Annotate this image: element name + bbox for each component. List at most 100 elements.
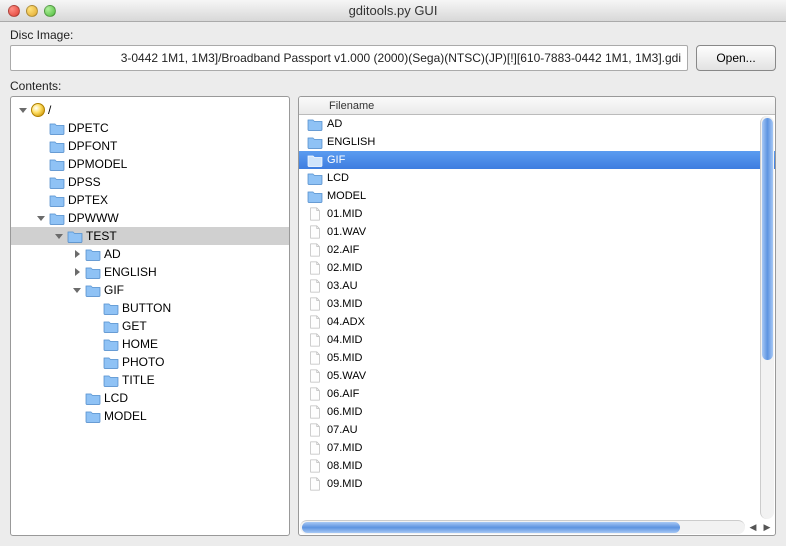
file-icon: [307, 351, 323, 365]
scroll-arrows[interactable]: ◀▶: [746, 520, 774, 534]
folder-icon: [103, 337, 119, 351]
list-item[interactable]: 02.MID: [299, 259, 775, 277]
disclosure-triangle-icon[interactable]: [54, 231, 64, 241]
disc-image-path-input[interactable]: 3-0442 1M1, 1M3]/Broadband Passport v1.0…: [10, 45, 688, 71]
file-icon: [307, 243, 323, 257]
disclosure-triangle-icon[interactable]: [36, 213, 46, 223]
list-item[interactable]: 03.MID: [299, 295, 775, 313]
tree-item[interactable]: AD: [11, 245, 289, 263]
file-icon: [307, 279, 323, 293]
folder-icon: [307, 153, 323, 167]
list-item[interactable]: MODEL: [299, 187, 775, 205]
tree-item[interactable]: ENGLISH: [11, 263, 289, 281]
disclosure-triangle-icon[interactable]: [72, 267, 82, 277]
tree-item[interactable]: DPMODEL: [11, 155, 289, 173]
disclosure-triangle-icon[interactable]: [18, 105, 28, 115]
list-item[interactable]: 01.MID: [299, 205, 775, 223]
file-icon: [307, 333, 323, 347]
tree-item[interactable]: TITLE: [11, 371, 289, 389]
tree-item[interactable]: DPETC: [11, 119, 289, 137]
tree-item[interactable]: DPWWW: [11, 209, 289, 227]
tree-item[interactable]: DPFONT: [11, 137, 289, 155]
tree-view[interactable]: / DPETC DPFONT DPMODEL DPSS DPTEXDPWWWTESTAD E…: [10, 96, 290, 536]
tree-item-label: LCD: [104, 391, 128, 405]
folder-icon: [307, 135, 323, 149]
folder-icon: [49, 121, 65, 135]
list-item[interactable]: 09.MID: [299, 475, 775, 493]
list-item[interactable]: 07.AU: [299, 421, 775, 439]
tree-item[interactable]: LCD: [11, 389, 289, 407]
folder-icon: [49, 175, 65, 189]
tree-item[interactable]: GIF: [11, 281, 289, 299]
tree-item[interactable]: PHOTO: [11, 353, 289, 371]
tree-item[interactable]: DPTEX: [11, 191, 289, 209]
disclosure-triangle-icon[interactable]: [72, 285, 82, 295]
vertical-scrollbar[interactable]: [760, 116, 774, 519]
list-item[interactable]: 08.MID: [299, 457, 775, 475]
contents-label: Contents:: [10, 79, 776, 93]
tree-item[interactable]: TEST: [11, 227, 289, 245]
tree-item-label: GET: [122, 319, 147, 333]
horizontal-scrollbar[interactable]: [300, 520, 745, 534]
list-item-label: 04.MID: [327, 334, 362, 346]
folder-icon: [307, 171, 323, 185]
scroll-left-icon[interactable]: ◀: [746, 520, 760, 534]
tree-item-label: /: [48, 103, 51, 117]
tree-item-label: ENGLISH: [104, 265, 157, 279]
tree-item-label: MODEL: [104, 409, 147, 423]
list-item[interactable]: LCD: [299, 169, 775, 187]
tree-item-label: DPSS: [68, 175, 101, 189]
list-item[interactable]: 04.ADX: [299, 313, 775, 331]
folder-icon: [103, 373, 119, 387]
list-header-filename[interactable]: Filename: [299, 97, 775, 115]
list-item-label: 07.MID: [327, 442, 362, 454]
file-list[interactable]: Filename AD ENGLISH GIF LCD MODEL 01.MID 01.WA…: [298, 96, 776, 536]
list-item[interactable]: 01.WAV: [299, 223, 775, 241]
tree-item[interactable]: DPSS: [11, 173, 289, 191]
list-item[interactable]: 02.AIF: [299, 241, 775, 259]
scrollbar-thumb[interactable]: [762, 118, 773, 360]
list-item[interactable]: GIF: [299, 151, 775, 169]
tree-item[interactable]: BUTTON: [11, 299, 289, 317]
list-item-label: 09.MID: [327, 478, 362, 490]
tree-item-label: PHOTO: [122, 355, 164, 369]
folder-icon: [67, 229, 83, 243]
file-icon: [307, 315, 323, 329]
open-button[interactable]: Open...: [696, 45, 776, 71]
folder-icon: [103, 355, 119, 369]
list-item-label: ENGLISH: [327, 136, 375, 148]
disclosure-triangle-icon[interactable]: [72, 249, 82, 259]
list-item-label: LCD: [327, 172, 349, 184]
list-item-label: 05.WAV: [327, 370, 366, 382]
tree-root[interactable]: /: [11, 101, 289, 119]
scroll-right-icon[interactable]: ▶: [760, 520, 774, 534]
tree-item[interactable]: GET: [11, 317, 289, 335]
list-item-label: 04.ADX: [327, 316, 365, 328]
list-item-label: GIF: [327, 154, 345, 166]
titlebar: gditools.py GUI: [0, 0, 786, 22]
list-item[interactable]: ENGLISH: [299, 133, 775, 151]
list-item[interactable]: 05.WAV: [299, 367, 775, 385]
list-item-label: 06.AIF: [327, 388, 359, 400]
list-item[interactable]: 03.AU: [299, 277, 775, 295]
file-icon: [307, 369, 323, 383]
list-item[interactable]: 06.AIF: [299, 385, 775, 403]
scrollbar-thumb[interactable]: [302, 522, 680, 533]
file-icon: [307, 297, 323, 311]
list-item-label: AD: [327, 118, 342, 130]
list-item[interactable]: AD: [299, 115, 775, 133]
tree-item-label: BUTTON: [122, 301, 171, 315]
file-icon: [307, 225, 323, 239]
tree-item[interactable]: HOME: [11, 335, 289, 353]
list-item-label: 01.MID: [327, 208, 362, 220]
list-item[interactable]: 04.MID: [299, 331, 775, 349]
folder-icon: [85, 409, 101, 423]
tree-item[interactable]: MODEL: [11, 407, 289, 425]
list-item[interactable]: 07.MID: [299, 439, 775, 457]
list-item-label: 05.MID: [327, 352, 362, 364]
list-item[interactable]: 06.MID: [299, 403, 775, 421]
tree-item-label: DPFONT: [68, 139, 117, 153]
list-item[interactable]: 05.MID: [299, 349, 775, 367]
file-icon: [307, 477, 323, 491]
list-item-label: 01.WAV: [327, 226, 366, 238]
